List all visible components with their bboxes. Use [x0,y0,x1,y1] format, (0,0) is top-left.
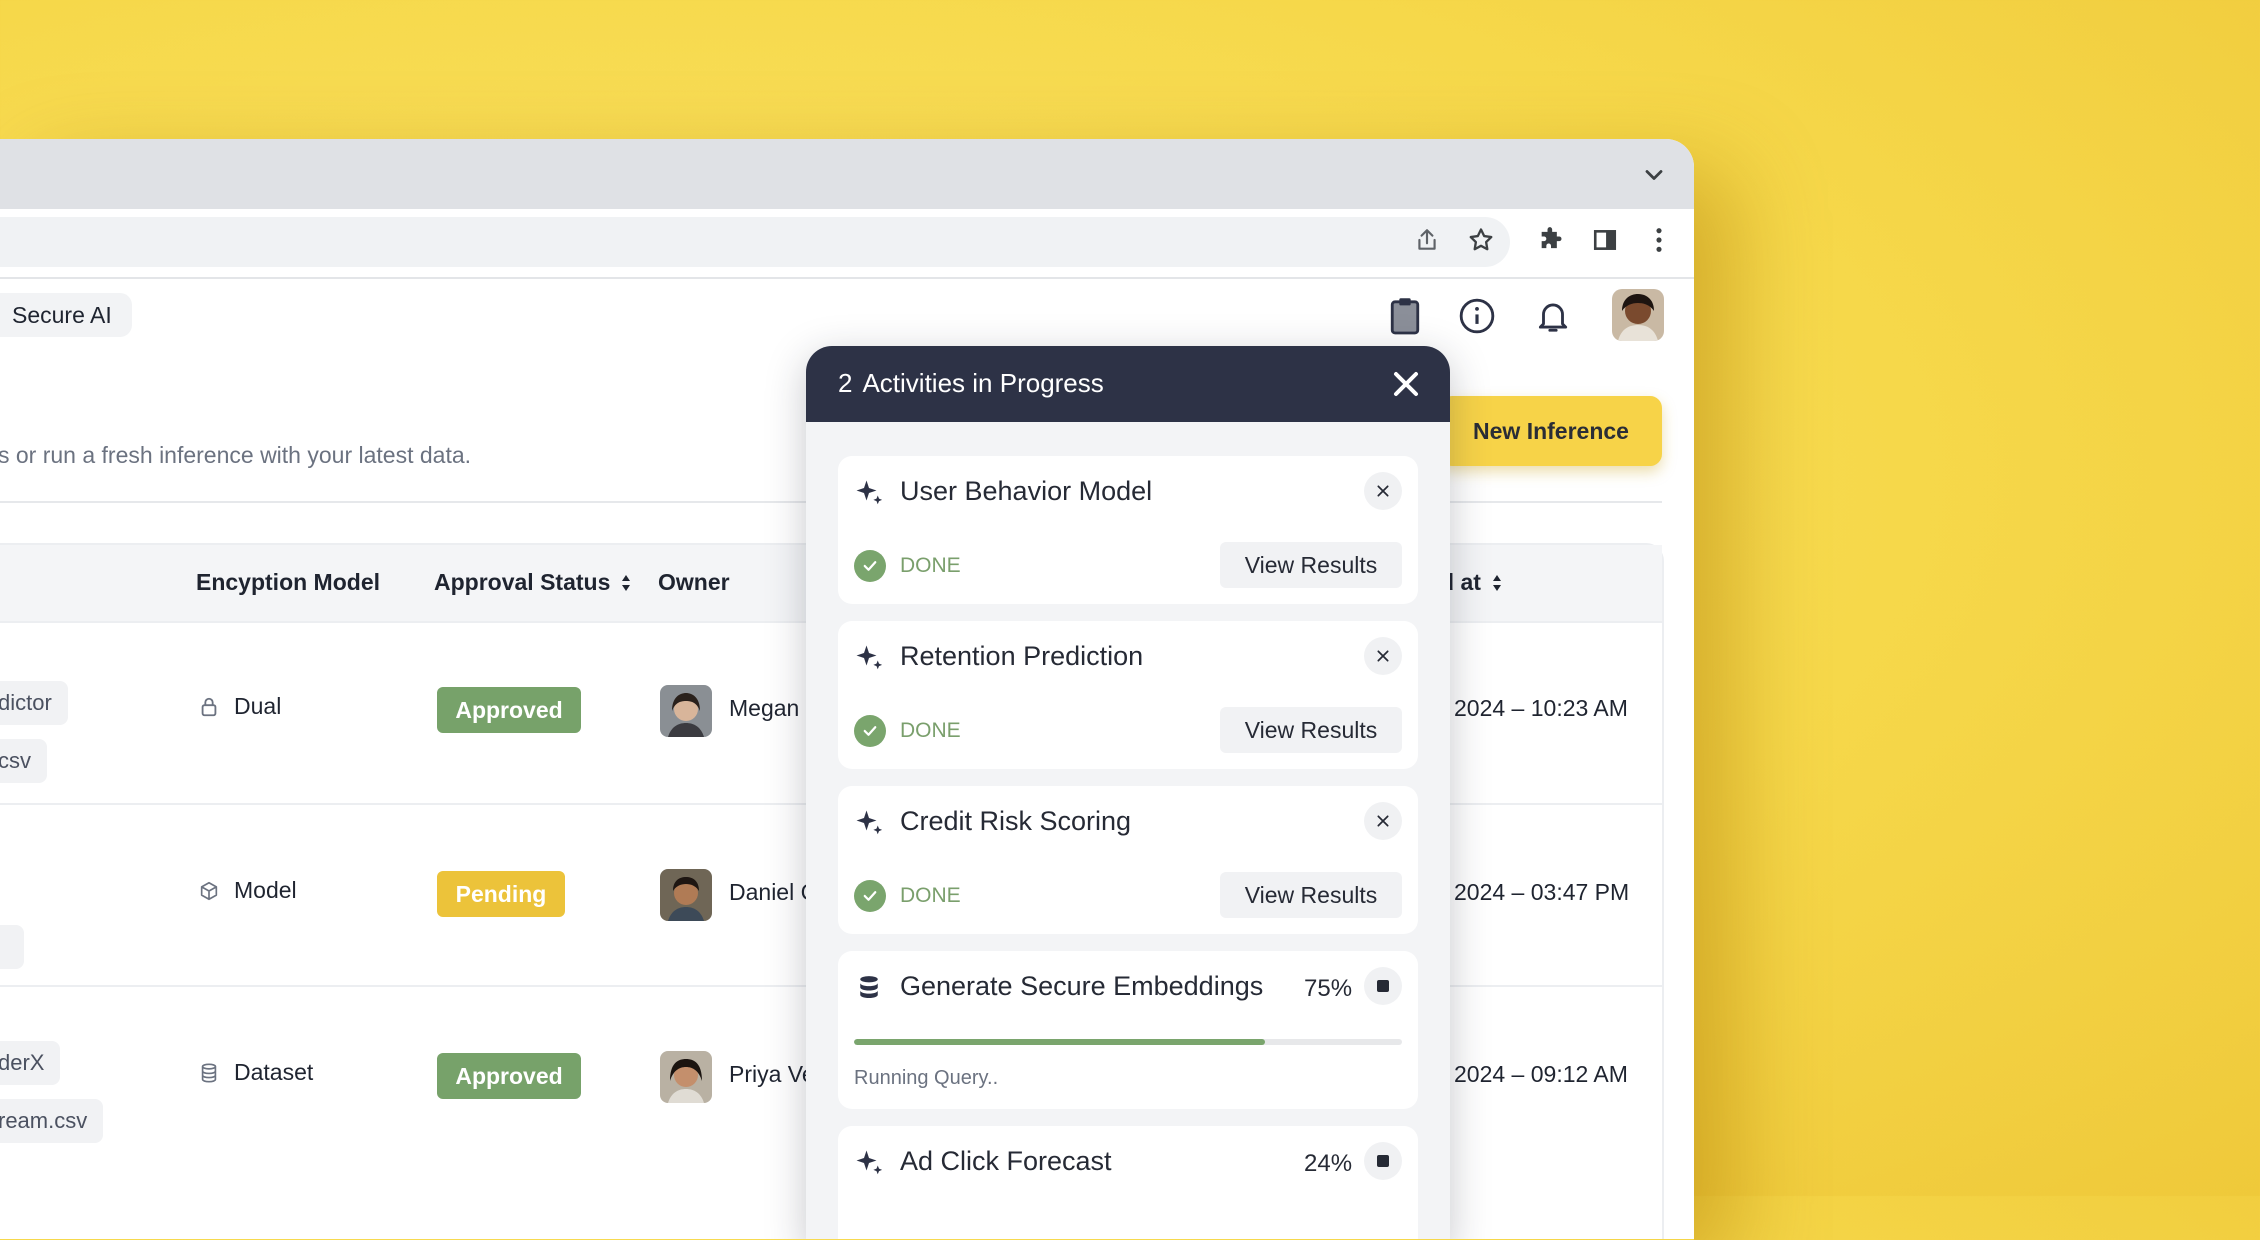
close-icon [1377,650,1389,662]
asset-chip[interactable]: csv [0,739,47,783]
lock-icon [201,697,217,716]
activity-card: User Behavior Model DONE View Results [838,456,1418,604]
stop-button[interactable] [1364,1142,1402,1180]
column-header-owner[interactable]: Owner [658,569,730,596]
progress-fill [854,1039,1265,1045]
close-icon [1377,485,1389,497]
page-subtitle: s or run a fresh inference with your lat… [0,442,472,468]
view-results-button[interactable]: View Results [1220,872,1402,918]
view-results-button[interactable]: View Results [1220,542,1402,588]
check-circle-icon [854,550,886,582]
activity-panel: 2 Activities in Progress User Behavior M… [806,346,1450,1239]
puzzle-icon[interactable] [1534,223,1568,257]
activity-card-running: Ad Click Forecast 24% [838,1126,1418,1239]
date-cell: 2024 – 03:47 PM [1454,879,1630,905]
owner-avatar [660,1051,712,1103]
status-done: DONE [854,715,961,747]
kebab-menu-icon[interactable] [1642,223,1676,257]
check-circle-icon [854,715,886,747]
model-cell: Dataset [198,1059,313,1086]
activity-title: User Behavior Model [900,476,1153,506]
date-cell: 2024 – 10:23 AM [1454,695,1628,721]
sparkle-icon [856,480,883,505]
owner-name: Priya Ve [729,1061,815,1087]
close-icon[interactable] [1386,364,1426,404]
stop-button[interactable] [1364,967,1402,1005]
progress-percent: 75% [1304,975,1353,1002]
progress-percent: 24% [1304,1150,1353,1177]
progress-status-text: Running Query.. [854,1067,999,1089]
dismiss-button[interactable] [1364,802,1402,840]
asset-chip[interactable]: ream.csv [0,1099,104,1143]
status-badge: Approved [437,687,581,733]
model-label: Model [234,877,297,903]
status-done: DONE [854,880,961,912]
activity-panel-title: 2 Activities in Progress [838,368,1104,399]
column-header-approval[interactable]: Approval Status [434,569,632,596]
model-label: Dataset [234,1059,314,1085]
sort-icon [1492,574,1501,591]
owner-avatar [660,685,712,737]
status-label: DONE [900,719,961,742]
column-header-approval-label: Approval Status [434,569,611,595]
activity-count: 2 [838,368,853,398]
activity-title-text: Activities in Progress [862,368,1104,398]
owner-avatar [660,869,712,921]
info-icon[interactable] [1452,291,1502,341]
new-inference-button[interactable]: New Inference [1440,396,1662,466]
status-badge: Approved [437,1053,581,1099]
dismiss-button[interactable] [1364,472,1402,510]
view-results-button[interactable]: View Results [1220,707,1402,753]
owner-name: Megan J [729,695,818,721]
activity-title: Retention Prediction [900,641,1144,671]
tab-bar [0,139,1694,209]
progress-bar [854,1039,1402,1045]
user-avatar[interactable] [1612,289,1664,341]
date-cell: 2024 – 09:12 AM [1454,1061,1628,1087]
activity-title: Ad Click Forecast [900,1146,1112,1176]
clipboard-icon[interactable] [1380,291,1430,341]
check-circle-icon [854,880,886,912]
sort-icon [622,574,631,591]
model-label: Dual [234,693,282,719]
sparkle-icon [856,1150,883,1175]
activity-card: Retention Prediction DONE View Results [838,621,1418,769]
cube-icon [200,881,218,900]
database-icon [201,1062,217,1083]
activity-panel-header: 2 Activities in Progress [806,346,1450,422]
share-icon[interactable] [1410,223,1444,257]
status-label: DONE [900,884,961,907]
asset-chip[interactable]: derX [0,1041,61,1085]
activity-card: Credit Risk Scoring DONE View Results [838,786,1418,934]
model-cell: Dual [198,693,281,720]
browser-toolbar [0,209,1694,279]
dismiss-button[interactable] [1364,637,1402,675]
activity-title: Generate Secure Embeddings [900,971,1264,1001]
sidebar-icon[interactable] [1588,223,1622,257]
bell-icon[interactable] [1528,291,1578,341]
breadcrumb[interactable]: Secure AI [0,293,132,337]
asset-chip[interactable]: dictor [0,681,68,725]
activity-card-running: Generate Secure Embeddings 75% Running Q… [838,951,1418,1109]
sparkle-icon [856,645,883,670]
model-cell: Model [198,877,297,904]
chevron-down-icon[interactable] [1640,161,1668,189]
status-done: DONE [854,550,961,582]
address-bar[interactable] [0,217,1510,267]
star-icon[interactable] [1464,223,1498,257]
status-label: DONE [900,554,961,577]
asset-chip[interactable] [0,925,24,969]
activity-title: Credit Risk Scoring [900,806,1132,836]
close-icon [1377,815,1389,827]
column-header-model[interactable]: Encyption Model [196,569,380,596]
owner-name: Daniel C [729,879,818,905]
stop-icon [1377,980,1389,992]
status-badge: Pending [437,871,565,917]
sparkle-icon [856,810,883,835]
stop-icon [1377,1155,1389,1167]
database-icon [860,976,878,998]
browser-window: Secure AI s or run a fresh inference wit… [0,139,1694,1239]
